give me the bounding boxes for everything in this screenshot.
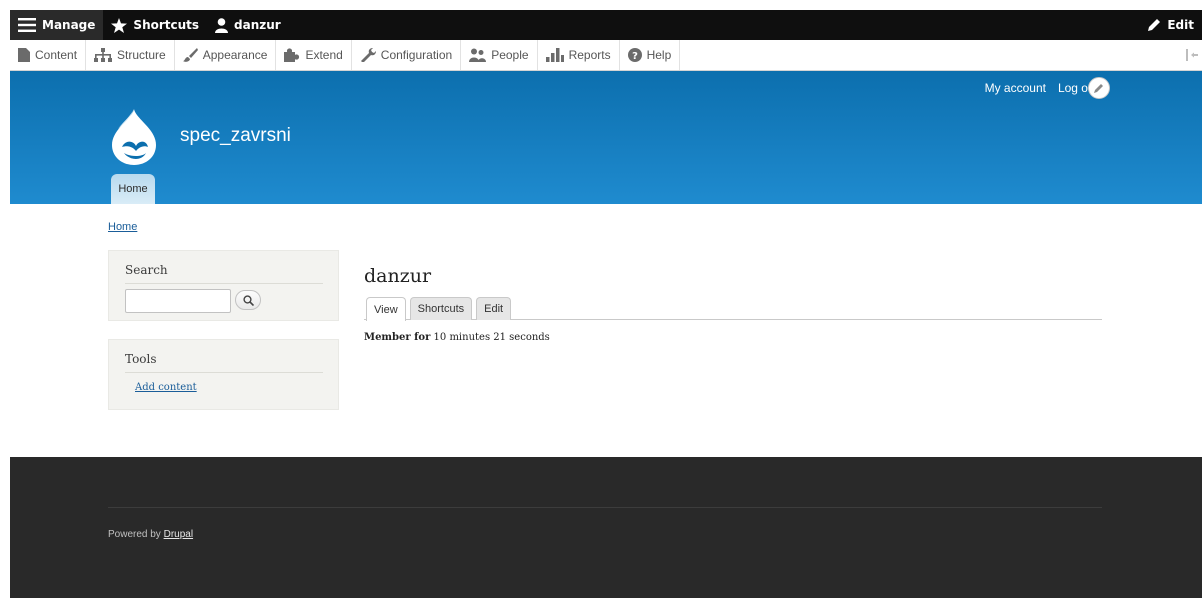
toolbar-manage-button[interactable]: Manage bbox=[10, 10, 104, 40]
paintbrush-icon bbox=[182, 48, 198, 62]
sitemap-icon bbox=[94, 48, 113, 62]
tray-item-label: Help bbox=[646, 48, 672, 62]
site-header: My account Log out spec_zavrsni Home bbox=[10, 71, 1202, 204]
tab-edit[interactable]: Edit bbox=[476, 297, 512, 320]
search-icon bbox=[242, 291, 254, 310]
tray-item-label: People bbox=[491, 48, 529, 62]
search-block: Search bbox=[108, 250, 339, 321]
puzzle-icon bbox=[284, 48, 300, 62]
toolbar-user-label: danzur bbox=[234, 18, 281, 32]
tray-item-content[interactable]: Content bbox=[10, 40, 87, 70]
svg-text:?: ? bbox=[632, 51, 638, 62]
member-for-label: Member for bbox=[364, 332, 431, 343]
orientation-icon bbox=[1186, 49, 1198, 61]
toolbar-shortcuts-label: Shortcuts bbox=[133, 18, 200, 32]
tray-item-label: Configuration bbox=[380, 48, 453, 62]
people-icon bbox=[469, 48, 487, 62]
tray-item-label: Appearance bbox=[202, 48, 268, 62]
toolbar-edit-button[interactable]: Edit bbox=[1139, 10, 1202, 40]
tray-item-reports[interactable]: Reports bbox=[538, 40, 620, 70]
local-tabs: View Shortcuts Edit bbox=[364, 297, 1102, 321]
secondary-menu: My account Log out bbox=[985, 81, 1098, 95]
contextual-edit-button[interactable] bbox=[1088, 77, 1110, 99]
bar-chart-icon bbox=[545, 48, 564, 62]
tray-item-label: Content bbox=[35, 48, 78, 62]
footer-divider bbox=[108, 507, 1102, 508]
wrench-icon bbox=[360, 48, 376, 62]
tray-item-structure[interactable]: Structure bbox=[86, 40, 175, 70]
toolbar-user-button[interactable]: danzur bbox=[207, 10, 289, 40]
page-title: danzur bbox=[364, 265, 432, 287]
tray-item-help[interactable]: ? Help bbox=[620, 40, 681, 70]
toolbar-shortcuts-button[interactable]: Shortcuts bbox=[103, 10, 207, 40]
tools-block: Tools Add content bbox=[108, 339, 339, 410]
search-block-title: Search bbox=[125, 263, 323, 284]
tray-item-label: Reports bbox=[568, 48, 611, 62]
drupal-drop-icon bbox=[106, 109, 164, 171]
admin-tray: Content Structure Appearance Extend Conf… bbox=[10, 40, 1202, 71]
breadcrumb-home-link[interactable]: Home bbox=[108, 221, 137, 233]
tray-item-configuration[interactable]: Configuration bbox=[352, 40, 462, 70]
search-input[interactable] bbox=[125, 289, 231, 313]
site-footer: Powered by Drupal bbox=[10, 457, 1202, 598]
admin-toolbar: Manage Shortcuts danzur Edit bbox=[10, 10, 1202, 40]
search-button[interactable] bbox=[235, 290, 261, 310]
tab-view[interactable]: View bbox=[366, 297, 406, 321]
tray-item-appearance[interactable]: Appearance bbox=[175, 40, 277, 70]
help-icon: ? bbox=[627, 48, 642, 62]
site-logo[interactable] bbox=[106, 107, 164, 171]
tab-shortcuts[interactable]: Shortcuts bbox=[409, 297, 473, 320]
toolbar-edit-label: Edit bbox=[1167, 18, 1194, 32]
site-name[interactable]: spec_zavrsni bbox=[180, 125, 291, 147]
menu-icon bbox=[18, 18, 36, 32]
star-icon bbox=[111, 17, 128, 33]
tools-block-title: Tools bbox=[125, 352, 323, 373]
member-for-value: 10 minutes 21 seconds bbox=[433, 332, 550, 343]
powered-by: Powered by Drupal bbox=[108, 529, 193, 540]
powered-by-prefix: Powered by bbox=[108, 529, 161, 540]
file-icon bbox=[18, 48, 30, 62]
tray-item-label: Structure bbox=[117, 48, 166, 62]
toolbar-manage-label: Manage bbox=[42, 18, 96, 32]
pencil-icon bbox=[1093, 79, 1105, 98]
tray-orientation-toggle[interactable] bbox=[1178, 40, 1202, 70]
member-for-line: Member for 10 minutes 21 seconds bbox=[364, 332, 550, 343]
add-content-link[interactable]: Add content bbox=[135, 382, 197, 393]
drupal-link[interactable]: Drupal bbox=[164, 529, 193, 540]
my-account-link[interactable]: My account bbox=[985, 81, 1046, 95]
tray-item-people[interactable]: People bbox=[461, 40, 538, 70]
pencil-icon bbox=[1147, 18, 1161, 32]
tray-item-label: Extend bbox=[305, 48, 343, 62]
user-icon bbox=[215, 17, 229, 33]
primary-nav-home[interactable]: Home bbox=[111, 174, 155, 204]
tray-item-extend[interactable]: Extend bbox=[276, 40, 352, 70]
